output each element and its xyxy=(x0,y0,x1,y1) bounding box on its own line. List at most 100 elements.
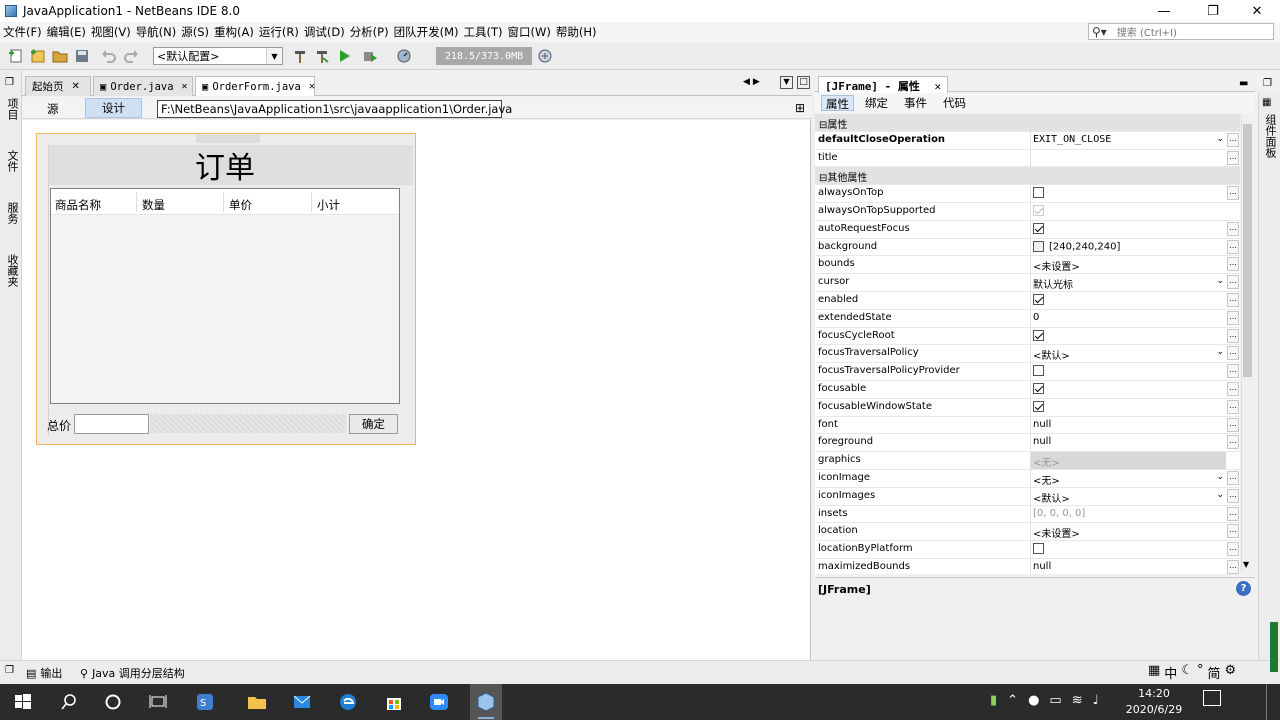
edit-property-button[interactable]: ... xyxy=(1227,435,1239,450)
ime-toolbar[interactable]: ▦ 中 ☾ ° 简 ⚙ xyxy=(1148,663,1240,682)
microphone-icon[interactable]: ● xyxy=(1028,693,1049,708)
property-row[interactable]: locationByPlatform... xyxy=(815,541,1240,559)
property-row[interactable]: foreground null... xyxy=(815,434,1240,453)
output-panel-tab[interactable]: ▤ 输出 xyxy=(26,665,62,681)
sogou-icon[interactable]: S xyxy=(194,692,216,712)
property-value[interactable]: null xyxy=(1030,416,1226,434)
ime-simplified[interactable]: 简 xyxy=(1207,663,1224,682)
projects-panel-tab[interactable]: 项目 xyxy=(4,98,20,120)
restore-window-icon[interactable]: ❐ xyxy=(5,77,14,88)
display-icon[interactable]: ▭ xyxy=(1049,693,1071,708)
property-row[interactable]: alwaysOnTop... xyxy=(815,185,1240,203)
search-input[interactable]: ⚲▾ 搜索 (Ctrl+I) xyxy=(1088,23,1274,40)
checkbox[interactable] xyxy=(1033,365,1044,377)
network-icon[interactable]: ≋ xyxy=(1072,693,1093,708)
edit-property-button[interactable]: ... xyxy=(1227,275,1239,290)
chevron-down-icon[interactable]: ⌄ xyxy=(1216,472,1224,482)
property-value[interactable]: null xyxy=(1030,434,1226,452)
menu-view[interactable]: 视图(V) xyxy=(91,24,135,40)
property-row[interactable]: location <未设置>... xyxy=(815,523,1240,542)
tab-list-icon[interactable]: ▼ xyxy=(780,76,793,89)
profile-icon[interactable] xyxy=(396,48,412,64)
chevron-up-icon[interactable]: ⌃ xyxy=(1007,693,1028,708)
property-value[interactable] xyxy=(1030,363,1226,381)
column-header-name[interactable]: 商品名称 xyxy=(55,197,101,213)
edit-property-button[interactable]: ... xyxy=(1227,132,1239,147)
edit-property-button[interactable]: ... xyxy=(1227,150,1239,165)
property-row[interactable]: enabled... xyxy=(815,292,1240,310)
edit-property-button[interactable]: ... xyxy=(1227,310,1239,325)
edit-property-button[interactable]: ... xyxy=(1227,257,1239,272)
property-row[interactable]: graphics <无> xyxy=(815,452,1240,470)
checkbox[interactable] xyxy=(1033,383,1044,394)
order-table[interactable] xyxy=(50,188,400,404)
search-icon[interactable] xyxy=(58,692,80,712)
settings-gear-icon[interactable]: ⚙ xyxy=(1224,663,1240,682)
edit-property-button[interactable]: ... xyxy=(1227,346,1239,361)
memory-indicator[interactable]: 218.5/373.0MB xyxy=(436,47,532,65)
chevron-down-icon[interactable]: ⌄ xyxy=(1216,276,1224,286)
source-view-button[interactable]: 源 xyxy=(47,101,59,117)
edit-property-button[interactable]: ... xyxy=(1227,524,1239,539)
property-category[interactable]: ⊟其他属性 xyxy=(815,167,1240,186)
property-row[interactable]: iconImage <无> ⌄... xyxy=(815,470,1240,488)
clock[interactable]: 14:20 2020/6/29 xyxy=(1118,686,1190,718)
tab-scroll-arrows-icon[interactable]: ◀▶ xyxy=(743,77,763,87)
property-value[interactable] xyxy=(1030,203,1226,220)
menu-help[interactable]: 帮助(H) xyxy=(556,24,601,40)
chevron-down-icon[interactable]: ⌄ xyxy=(1216,134,1224,144)
battery-icon[interactable]: ▮ xyxy=(990,693,1007,708)
edit-property-button[interactable]: ... xyxy=(1227,560,1239,574)
scrollbar-thumb[interactable] xyxy=(1243,124,1252,377)
palette-panel-tab[interactable]: 组件面板 xyxy=(1262,114,1278,158)
column-header-subtotal[interactable]: 小计 xyxy=(317,197,340,213)
tab-code[interactable]: 代码 xyxy=(939,95,970,111)
zoom-icon[interactable] xyxy=(428,692,450,712)
cortana-icon[interactable] xyxy=(102,692,124,712)
total-field[interactable] xyxy=(74,414,149,434)
confirm-button[interactable]: 确定 xyxy=(349,414,398,434)
checkbox[interactable] xyxy=(1033,294,1044,305)
chevron-down-icon[interactable]: ⌄ xyxy=(1216,347,1224,357)
menu-navigate[interactable]: 导航(N) xyxy=(136,24,181,40)
undo-icon[interactable] xyxy=(101,48,117,64)
edge-icon[interactable] xyxy=(337,692,359,712)
property-category[interactable]: ⊟属性 xyxy=(815,114,1240,132)
property-value[interactable]: 默认光标 ⌄ xyxy=(1030,274,1226,292)
run-icon[interactable] xyxy=(336,48,352,64)
property-value[interactable]: <默认> ⌄ xyxy=(1030,487,1226,505)
property-value[interactable]: [240,240,240] xyxy=(1030,238,1226,256)
property-value[interactable]: [0, 0, 0, 0] xyxy=(1030,505,1226,523)
maximize-editor-icon[interactable]: □ xyxy=(797,76,810,89)
edit-property-button[interactable]: ... xyxy=(1227,186,1239,201)
property-value[interactable]: <未设置> xyxy=(1030,256,1226,274)
favorites-panel-tab[interactable]: 收藏夹 xyxy=(4,254,20,287)
mail-icon[interactable] xyxy=(291,692,313,712)
store-icon[interactable] xyxy=(383,692,405,712)
property-value[interactable] xyxy=(1030,541,1226,559)
files-panel-tab[interactable]: 文件 xyxy=(4,150,20,172)
property-value[interactable] xyxy=(1030,327,1226,345)
property-value[interactable]: EXIT_ON_CLOSE ⌄ xyxy=(1030,131,1226,149)
open-project-icon[interactable] xyxy=(52,48,68,64)
help-icon[interactable]: ? xyxy=(1236,581,1251,596)
menu-file[interactable]: 文件(F) xyxy=(3,24,46,40)
property-value[interactable] xyxy=(1030,220,1226,238)
close-tab-icon[interactable]: ✕ xyxy=(72,81,80,92)
minimize-panel-icon[interactable]: ▬ xyxy=(1239,78,1248,89)
build-hammer-icon[interactable] xyxy=(292,48,308,64)
edit-property-button[interactable]: ... xyxy=(1227,293,1239,307)
form-title-label[interactable]: 订单 xyxy=(195,143,255,187)
property-row[interactable]: focusCycleRoot... xyxy=(815,327,1240,346)
close-tab-icon[interactable]: ✕ xyxy=(182,81,188,92)
tab-binding[interactable]: 绑定 xyxy=(861,95,892,111)
restore-window-icon[interactable]: ❐ xyxy=(5,665,14,676)
property-row[interactable]: background [240,240,240]... xyxy=(815,238,1240,257)
edit-property-button[interactable]: ... xyxy=(1227,328,1239,343)
checkbox[interactable] xyxy=(1033,543,1044,555)
windows-start-icon[interactable] xyxy=(12,692,34,712)
ime-chinese-mode[interactable]: 中 xyxy=(1164,663,1181,682)
tab-start-page[interactable]: 起始页 ✕ xyxy=(25,76,91,96)
tab-order-java[interactable]: ▣ Order.java ✕ xyxy=(93,76,193,96)
column-header-quantity[interactable]: 数量 xyxy=(142,197,165,213)
